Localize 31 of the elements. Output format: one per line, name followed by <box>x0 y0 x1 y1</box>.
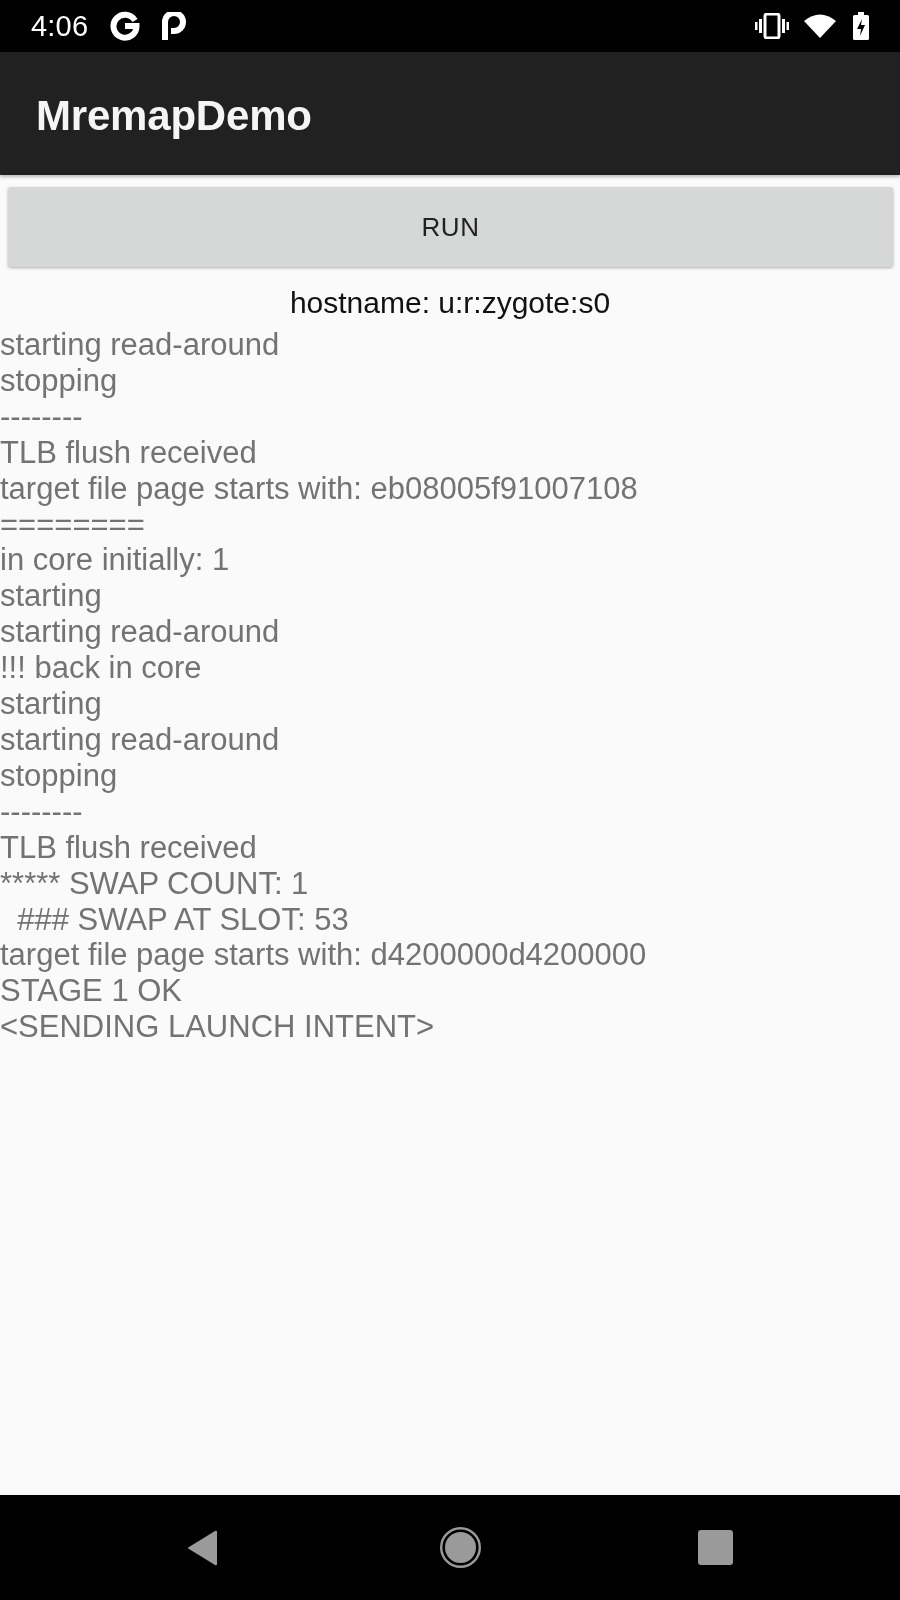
log-line: starting <box>0 578 103 615</box>
log-line: stopping <box>0 362 119 399</box>
log-line: <SENDING LAUNCH INTENT> <box>0 1009 436 1046</box>
log-line: starting read-around <box>0 721 281 758</box>
log-line: target file page starts with: eb08005f91007108 <box>0 470 639 507</box>
log-line: ======== <box>0 506 146 543</box>
log-line: -------- <box>0 398 84 435</box>
hostname-text: hostname: u:r:zygote:s0 <box>288 285 612 321</box>
letter-p-icon <box>162 12 187 40</box>
status-time: 4:06 <box>31 9 89 43</box>
log-line: target file page starts with: d4200000d4200000 <box>0 937 648 974</box>
letter-g-icon <box>110 11 141 41</box>
log-line: starting read-around <box>0 614 281 651</box>
log-line: !!! back in core <box>0 650 203 687</box>
log-line: starting read-around <box>0 327 281 363</box>
log-line: in core initially: 1 <box>0 542 231 579</box>
back-icon[interactable] <box>187 1529 219 1566</box>
app-title: MremapDemo <box>36 90 312 141</box>
log-line: starting <box>0 686 103 722</box>
log-line: TLB flush received <box>0 434 258 471</box>
log-line: ### SWAP AT SLOT: 53 <box>16 901 350 938</box>
log-line: STAGE 1 OK <box>0 973 184 1010</box>
log-line: -------- <box>0 793 84 830</box>
log-line: ***** SWAP COUNT: 1 <box>0 865 310 902</box>
battery-charging-icon <box>853 12 869 40</box>
log-line: TLB flush received <box>0 829 258 866</box>
log-line: stopping <box>0 757 119 794</box>
wifi-icon <box>804 14 836 38</box>
vibrate-icon <box>755 13 789 39</box>
home-icon[interactable] <box>440 1527 481 1568</box>
run-button[interactable]: RUN <box>8 187 893 267</box>
